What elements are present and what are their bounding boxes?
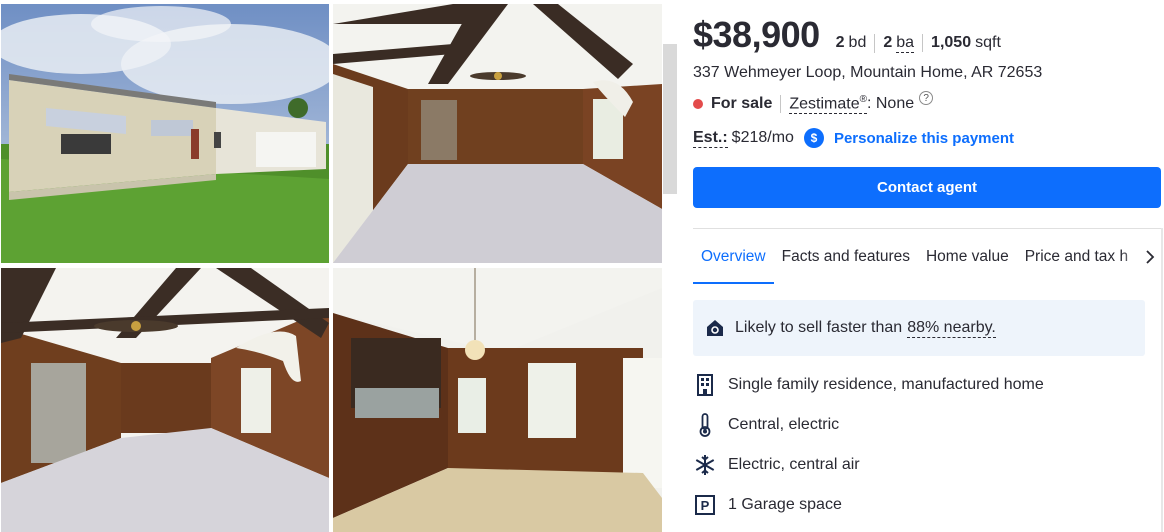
feature-cooling: Electric, central air	[693, 453, 860, 477]
feature-parking: P 1 Garage space	[693, 493, 842, 517]
feature-text: Single family residence, manufactured ho…	[728, 376, 1044, 393]
snowflake-icon	[693, 453, 717, 477]
personalize-payment-link[interactable]: Personalize this payment	[834, 130, 1014, 147]
photo-gallery	[0, 0, 677, 532]
help-icon[interactable]: ?	[919, 91, 934, 106]
beds-value: 2	[835, 34, 845, 51]
panel-scrollbar[interactable]	[1161, 228, 1163, 532]
listing-details-panel: $38,900 2 bd 2 ba 1,050 sqft 337 Wehmeye…	[693, 0, 1164, 532]
beds-unit: bd	[848, 34, 867, 51]
dining-room-photo[interactable]	[333, 268, 662, 532]
thermometer-icon	[693, 413, 717, 437]
exterior-photo[interactable]	[1, 4, 329, 263]
est-label[interactable]: Est.:	[693, 129, 728, 148]
listing-price: $38,900	[693, 14, 820, 55]
beds-fact: 2 bd	[836, 34, 867, 52]
listing-address: 337 Wehmeyer Loop, Mountain Home, AR 726…	[693, 64, 1043, 81]
status-dot-icon	[693, 99, 703, 110]
dollar-icon: $	[803, 128, 824, 148]
feature-home-type: Single family residence, manufactured ho…	[693, 373, 1044, 397]
contact-agent-button[interactable]: Contact agent	[693, 167, 1161, 208]
zestimate-label: Zestimate	[789, 95, 860, 113]
sell-faster-insight: Likely to sell faster than 88% nearby.	[693, 300, 1145, 356]
listing-status: For sale	[711, 95, 773, 113]
tabs-scroll-right[interactable]	[1121, 229, 1161, 284]
home-icon	[705, 318, 725, 338]
registered-mark: ®	[859, 94, 867, 105]
est-value: $218/mo	[731, 129, 794, 146]
baths-fact[interactable]: 2 ba	[874, 34, 915, 53]
svg-text:P: P	[701, 498, 710, 513]
insight-text: Likely to sell faster than	[735, 319, 903, 336]
sqft-unit: sqft	[975, 34, 1001, 51]
feature-heating: Central, electric	[693, 413, 839, 437]
price-row: $38,900 2 bd 2 ba 1,050 sqft	[693, 14, 1001, 56]
baths-value: 2	[883, 34, 893, 51]
building-icon	[693, 373, 717, 397]
tab-home-value[interactable]: Home value	[918, 229, 1017, 284]
parking-icon: P	[693, 493, 717, 517]
living-room-photo[interactable]	[333, 4, 662, 263]
feature-text: Central, electric	[728, 416, 840, 433]
estimated-payment-row: Est.: $218/mo $ Personalize this payment	[693, 128, 1014, 148]
tab-overview[interactable]: Overview	[693, 229, 774, 284]
zestimate-value: : None	[866, 95, 915, 113]
living-room-ceiling-fan-photo[interactable]	[1, 268, 329, 532]
baths-unit[interactable]: ba	[896, 34, 915, 53]
tab-price-and-tax-history[interactable]: Price and tax h	[1017, 229, 1136, 284]
sqft-fact: 1,050 sqft	[922, 34, 1001, 52]
listing-tabs: Overview Facts and features Home value P…	[693, 228, 1161, 284]
sqft-value: 1,050	[931, 34, 972, 51]
divider	[780, 95, 782, 114]
zestimate-link[interactable]: Zestimate®	[789, 94, 867, 115]
gallery-scrollbar[interactable]	[663, 44, 677, 194]
chevron-right-icon	[1146, 250, 1155, 264]
insight-percent[interactable]: 88% nearby.	[907, 319, 996, 338]
feature-text: 1 Garage space	[728, 496, 842, 513]
feature-text: Electric, central air	[728, 456, 860, 473]
tab-facts-and-features[interactable]: Facts and features	[774, 229, 918, 284]
status-row: For sale Zestimate® : None ?	[693, 91, 934, 115]
